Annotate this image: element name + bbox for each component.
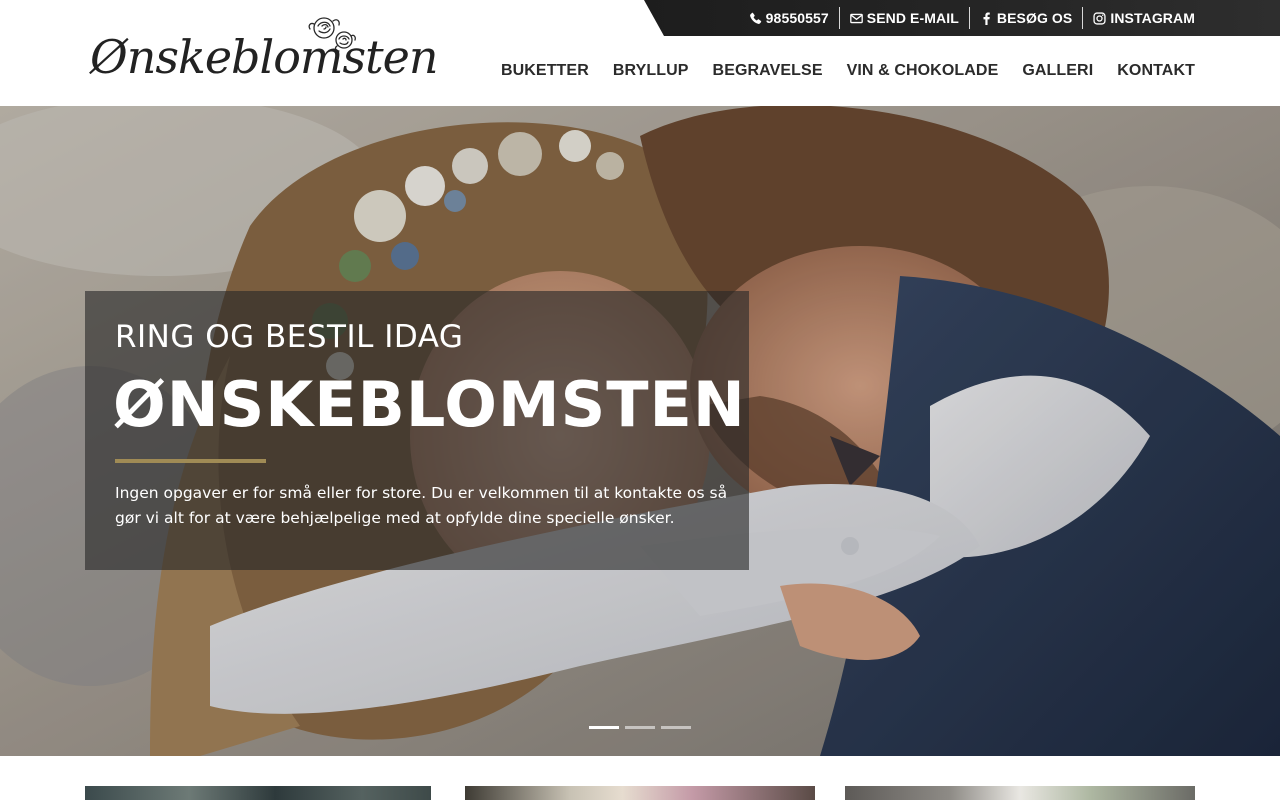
logo-wordmark: Ønskeblomsten bbox=[90, 30, 438, 84]
slide-dot-3[interactable] bbox=[661, 726, 691, 729]
visit-facebook-link-label: BESØG OS bbox=[996, 10, 1073, 26]
hero-eyebrow: RING OG BESTIL IDAG bbox=[115, 319, 464, 355]
slide-dot-2[interactable] bbox=[625, 726, 655, 729]
feature-card-image[interactable] bbox=[85, 786, 431, 800]
visit-facebook-link[interactable]: BESØG OS bbox=[968, 7, 1082, 29]
phone-icon bbox=[749, 12, 761, 24]
site-logo[interactable]: Ønskeblomsten bbox=[88, 14, 438, 86]
feature-card-image[interactable] bbox=[845, 786, 1195, 800]
envelope-icon bbox=[849, 13, 863, 23]
nav-item-bryllup[interactable]: BRYLLUP bbox=[613, 58, 689, 84]
featured-cards bbox=[0, 756, 1280, 800]
hero-description: Ingen opgaver er for små eller for store… bbox=[115, 484, 728, 527]
instagram-link[interactable]: INSTAGRAM bbox=[1082, 7, 1195, 29]
hero-caption: RING OG BESTIL IDAG ØNSKEBLOMSTEN Ingen … bbox=[85, 291, 749, 570]
feature-card-image[interactable] bbox=[465, 786, 815, 800]
hero-title: ØNSKEBLOMSTEN bbox=[113, 368, 746, 441]
phone-link[interactable]: 98550557 bbox=[739, 7, 839, 29]
main-navigation: BUKETTER BRYLLUP BEGRAVELSE VIN & CHOKOL… bbox=[501, 58, 1195, 84]
hero-slider: RING OG BESTIL IDAG ØNSKEBLOMSTEN Ingen … bbox=[0, 106, 1280, 756]
top-bar-links: 98550557 SEND E-MAIL BESØG OS INSTAGRAM bbox=[739, 0, 1195, 36]
send-email-link[interactable]: SEND E-MAIL bbox=[838, 7, 969, 29]
nav-item-buketter[interactable]: BUKETTER bbox=[501, 58, 589, 84]
facebook-icon bbox=[983, 11, 990, 25]
nav-item-begravelse[interactable]: BEGRAVELSE bbox=[713, 58, 823, 84]
hero-divider bbox=[115, 459, 266, 463]
nav-item-vin-chokolade[interactable]: VIN & CHOKOLADE bbox=[847, 58, 999, 84]
nav-item-kontakt[interactable]: KONTAKT bbox=[1117, 58, 1195, 84]
instagram-icon bbox=[1093, 11, 1106, 25]
send-email-link-label: SEND E-MAIL bbox=[866, 10, 959, 26]
phone-link-label: 98550557 bbox=[765, 10, 829, 26]
site-header: 98550557 SEND E-MAIL BESØG OS INSTAGRAM bbox=[0, 0, 1280, 106]
slider-pagination bbox=[589, 726, 691, 729]
nav-item-galleri[interactable]: GALLERI bbox=[1022, 58, 1093, 84]
slide-dot-1[interactable] bbox=[589, 726, 619, 729]
instagram-link-label: INSTAGRAM bbox=[1110, 10, 1195, 26]
